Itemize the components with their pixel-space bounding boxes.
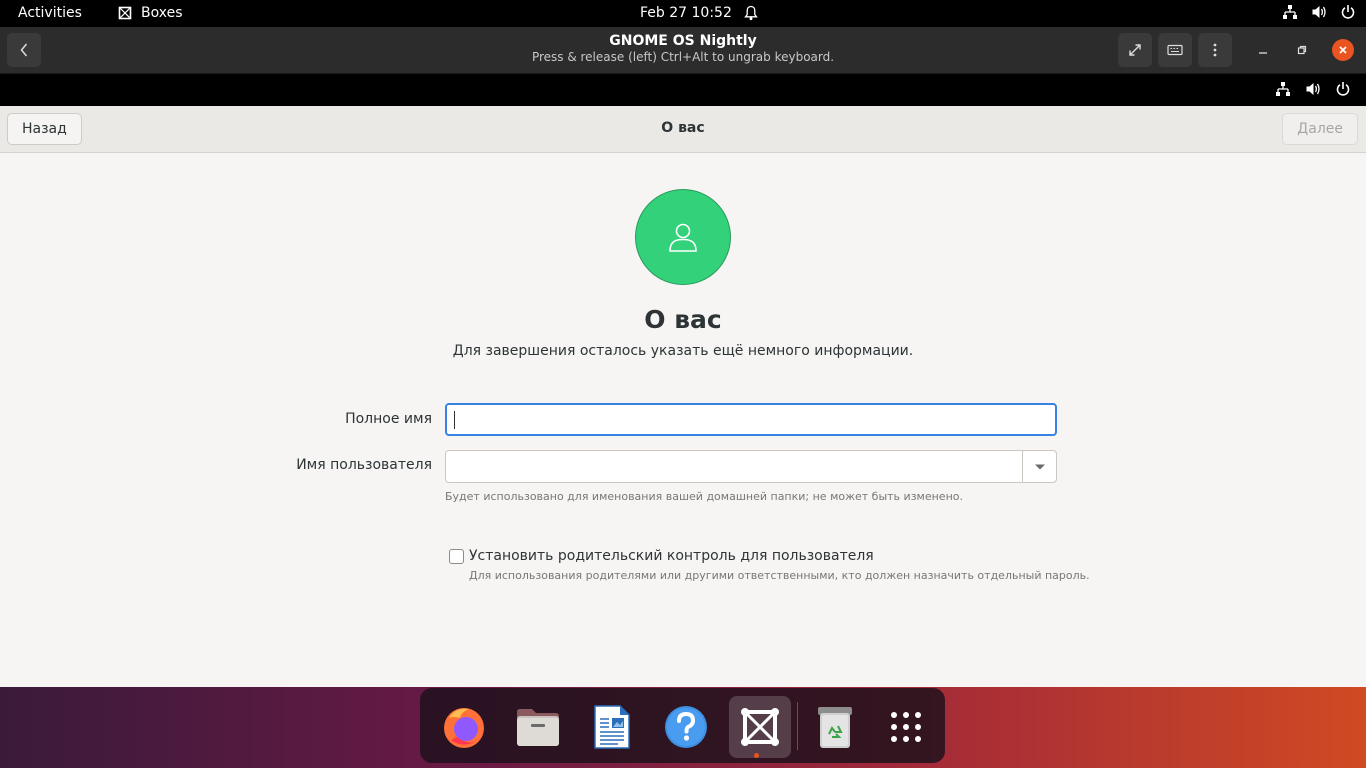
dock-separator [797, 702, 798, 750]
trash-icon [818, 707, 852, 748]
network-icon [1283, 5, 1297, 19]
restore-icon [1297, 45, 1307, 55]
chevron-down-icon [1035, 464, 1045, 469]
top-bar: Activities Boxes Feb 27 10:52 [0, 0, 1366, 27]
parental-control-checkbox[interactable] [449, 549, 464, 564]
setup-headerbar: Назад О вас Далее [0, 106, 1366, 153]
parental-control-label[interactable]: Установить родительский контроль для пол… [469, 548, 874, 564]
dock-firefox[interactable] [433, 696, 495, 758]
dock-libreoffice-writer[interactable] [581, 696, 643, 758]
menu-button[interactable] [1198, 33, 1232, 67]
minimize-button[interactable] [1252, 39, 1274, 61]
notification-bell-icon[interactable] [744, 5, 758, 25]
dock-trash[interactable] [804, 696, 866, 758]
user-avatar-icon [669, 223, 697, 252]
minimize-icon [1259, 52, 1267, 54]
fullscreen-button[interactable] [1118, 33, 1152, 67]
username-hint: Будет использовано для именования вашей … [445, 490, 963, 503]
show-apps-icon [891, 712, 921, 742]
back-button[interactable] [7, 33, 41, 67]
activities-button[interactable]: Activities [18, 5, 82, 21]
power-icon [1336, 82, 1350, 96]
back-button[interactable]: Назад [7, 113, 82, 145]
next-button[interactable]: Далее [1282, 113, 1358, 145]
dock-help[interactable] [655, 696, 717, 758]
keyboard-button[interactable] [1158, 33, 1192, 67]
username-combo-input[interactable] [445, 450, 1057, 483]
window-subtitle: Press & release (left) Ctrl+Alt to ungra… [531, 50, 835, 64]
close-icon [1339, 46, 1347, 54]
volume-icon [1306, 83, 1320, 95]
window-titles: GNOME OS Nightly Press & release (left) … [440, 33, 926, 64]
chevron-left-icon [20, 43, 28, 57]
dock [420, 688, 945, 763]
boxes-icon [741, 708, 779, 746]
text-cursor [454, 411, 455, 429]
system-tray[interactable] [1282, 4, 1356, 20]
avatar-button[interactable] [635, 189, 731, 285]
power-icon [1341, 5, 1355, 19]
parental-control-hint: Для использования родителями или другими… [469, 569, 1090, 582]
running-indicator [754, 753, 759, 758]
keyboard-icon [1167, 44, 1183, 56]
volume-icon [1312, 6, 1326, 18]
window-title: GNOME OS Nightly [609, 33, 757, 49]
page-heading: О вас [644, 305, 722, 334]
fullname-input[interactable] [445, 403, 1057, 436]
dock-show-apps[interactable] [875, 696, 937, 758]
kebab-menu-icon [1213, 43, 1217, 57]
dock-files[interactable] [507, 696, 569, 758]
help-icon [665, 706, 707, 748]
firefox-icon [444, 708, 484, 748]
guest-top-bar [0, 74, 1366, 106]
username-dropdown-button[interactable] [1022, 450, 1057, 483]
fullname-label: Полное имя [345, 411, 432, 427]
files-icon [517, 709, 559, 746]
setup-title: О вас [661, 120, 705, 136]
network-icon [1276, 82, 1290, 96]
libreoffice-writer-icon [594, 705, 630, 749]
close-button[interactable] [1332, 39, 1354, 61]
clock[interactable]: Feb 27 10:52 [640, 5, 732, 21]
page-subtitle: Для завершения осталось указать ещё немн… [452, 343, 914, 359]
setup-page: О вас Для завершения осталось указать ещ… [0, 153, 1366, 687]
fullscreen-icon [1129, 44, 1141, 56]
guest-system-tray[interactable] [1275, 81, 1351, 97]
maximize-button[interactable] [1291, 39, 1313, 61]
username-label: Имя пользователя [296, 457, 432, 473]
boxes-app-icon [118, 6, 132, 20]
boxes-headerbar: GNOME OS Nightly Press & release (left) … [0, 27, 1366, 74]
app-menu-label: Boxes [141, 5, 183, 21]
app-menu[interactable]: Boxes [117, 5, 183, 21]
dock-boxes[interactable] [729, 696, 791, 758]
